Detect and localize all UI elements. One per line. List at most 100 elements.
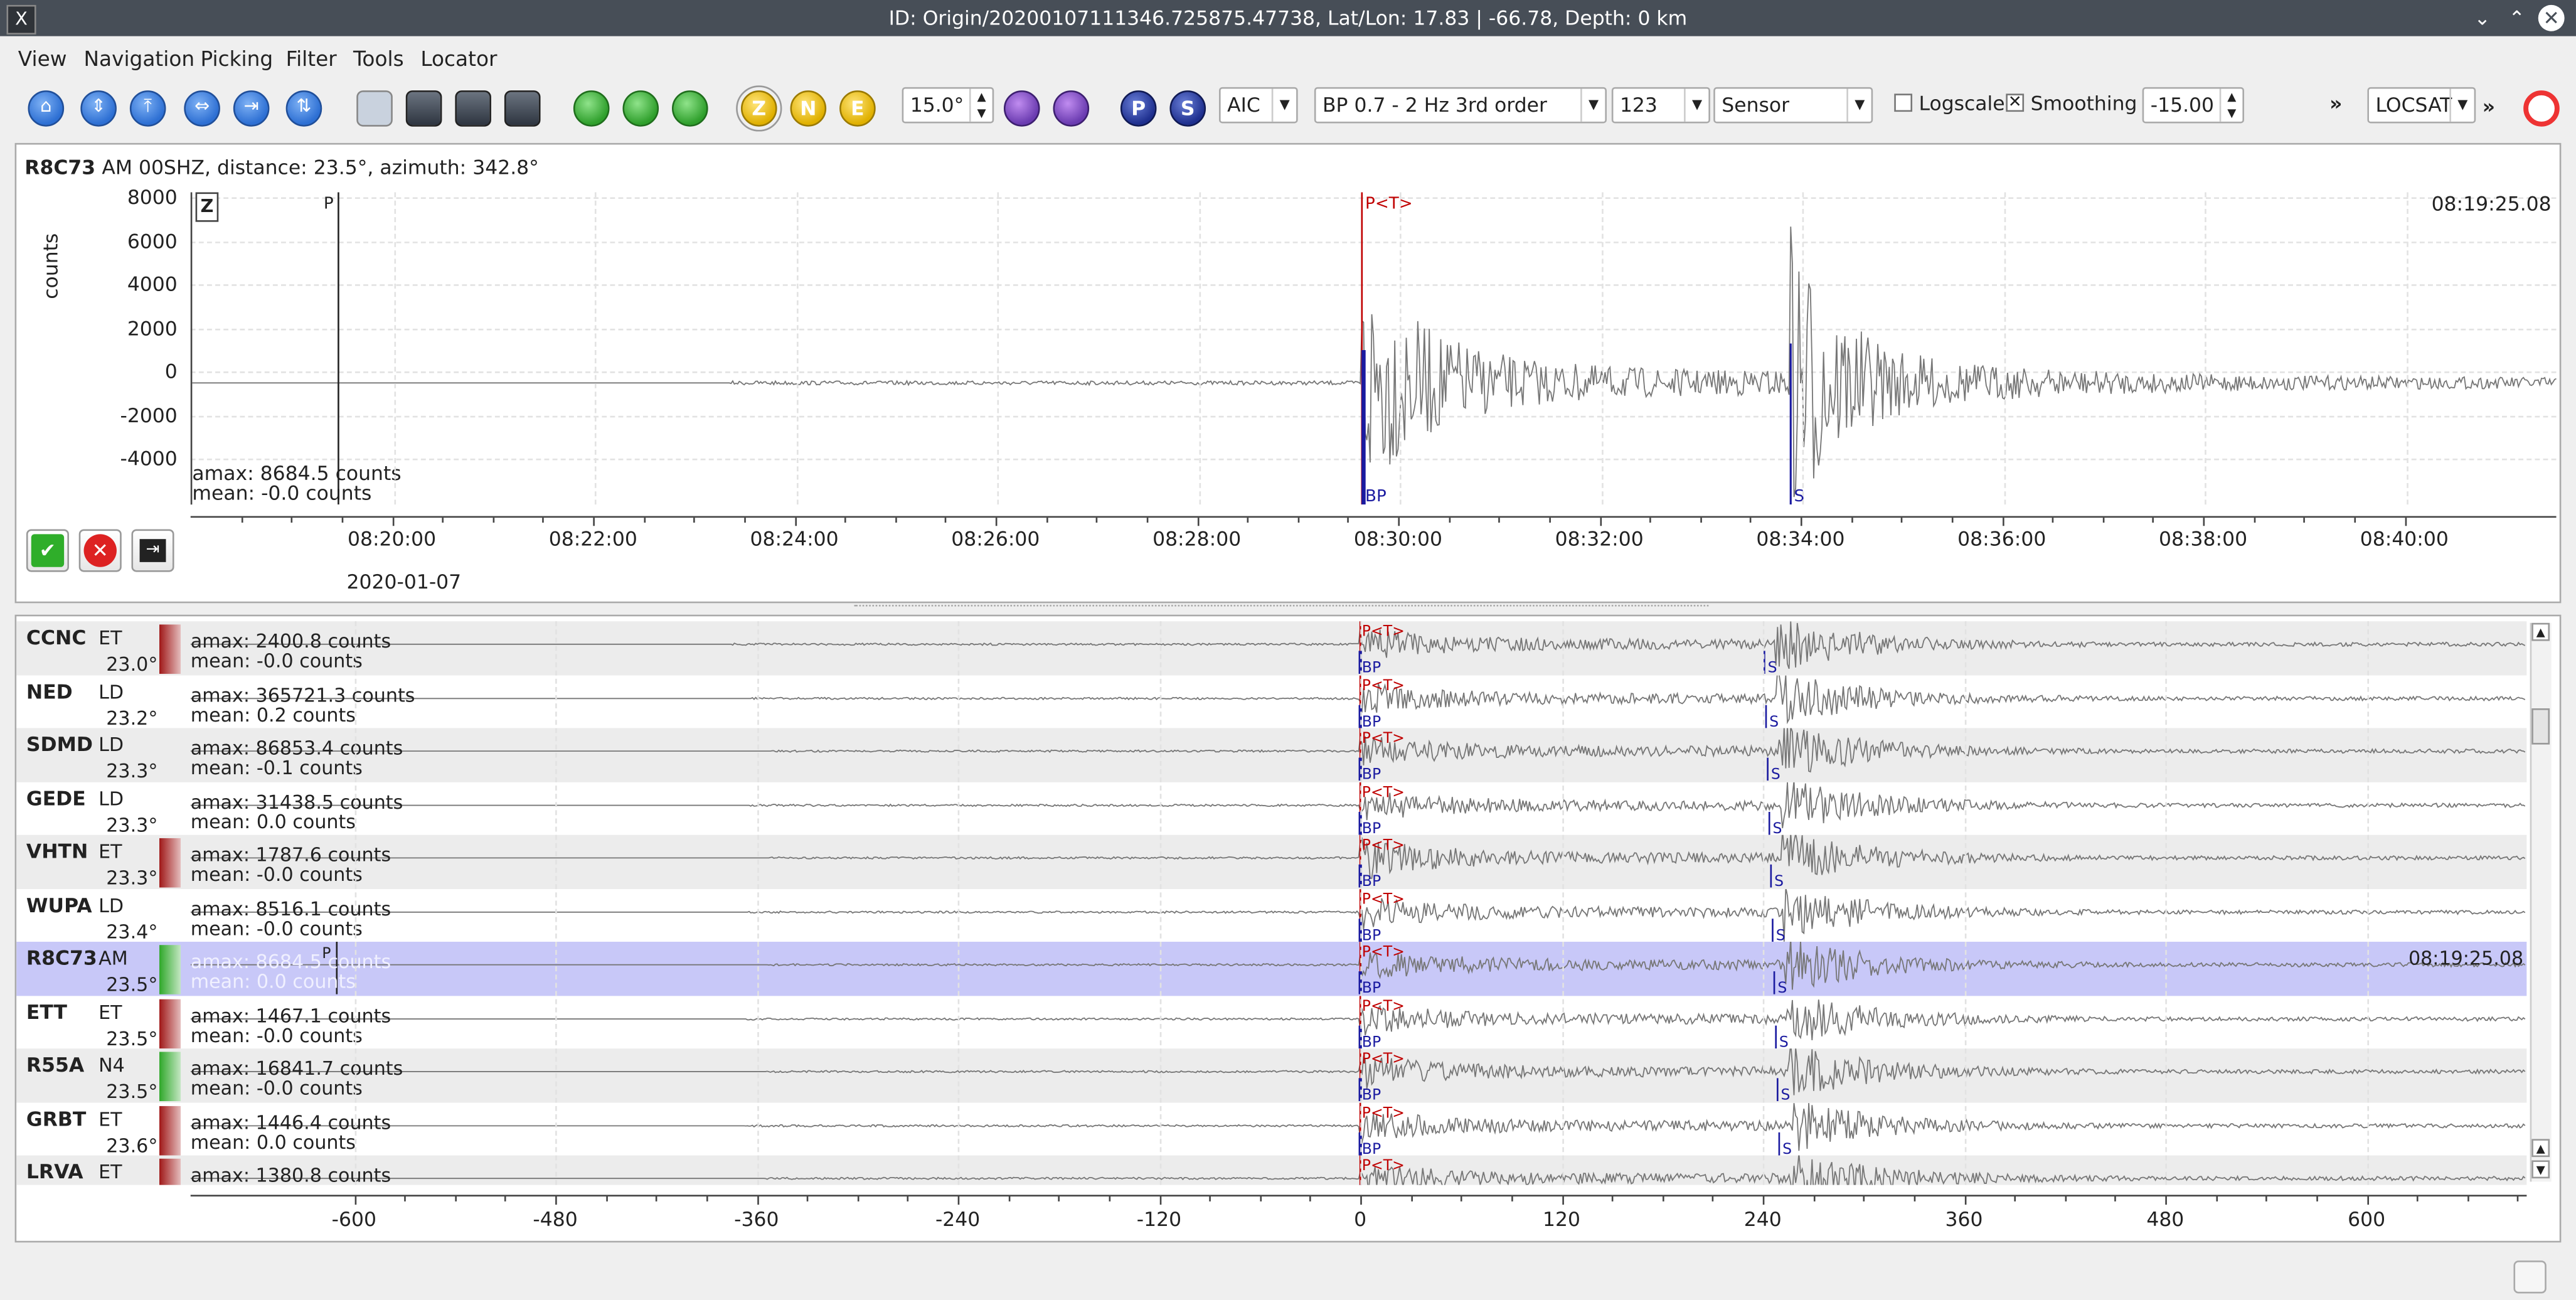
trace-distance: 23.2° — [106, 706, 158, 729]
zoom-out-horizontal-icon[interactable]: ⇥ — [233, 90, 270, 127]
scroll-down-icon[interactable]: ▼ — [2531, 1160, 2550, 1179]
trace-row[interactable]: ETT ET 23.5° P<T> BP Samax: 1467.1 counts mean… — [16, 995, 2527, 1050]
p-theoretical-label: P<T> — [1362, 782, 1405, 800]
refresh-icon[interactable] — [672, 90, 708, 127]
detail-plot-area[interactable]: Z 08:19:25.08 amax: 8684.5 counts mean: … — [190, 192, 2558, 505]
trace-row[interactable]: SDMD LD 23.3° P<T> BP Samax: 86853.4 counts me… — [16, 728, 2527, 782]
menu-filter[interactable]: Filter — [286, 46, 337, 70]
trace-mean: mean: -0.0 counts — [190, 1023, 363, 1047]
y-tick-label: 0 — [164, 360, 178, 383]
logscale-checkbox[interactable] — [1894, 93, 1913, 112]
grid-line — [1802, 192, 1804, 505]
menu-view[interactable]: View — [18, 46, 67, 70]
scroll-thumb[interactable] — [2531, 708, 2550, 745]
relocate-icon[interactable] — [573, 90, 610, 127]
x-minor-tick — [341, 518, 343, 523]
trace-row[interactable]: R8C73 AM 23.5° P<T> BP S Pamax: 8684.5 counts m… — [16, 941, 2527, 996]
angle-up-icon[interactable]: ▲ — [969, 88, 993, 105]
rotate-right-icon[interactable] — [1053, 90, 1090, 127]
unit-mode-select[interactable]: Sensor ▼ — [1713, 87, 1873, 124]
smoothing-input[interactable]: -15.00 ▲ ▼ — [2142, 87, 2245, 124]
filter-select[interactable]: BP 0.7 - 2 Hz 3rd order ▼ — [1314, 87, 1607, 124]
zoom-in-vertical-icon[interactable]: ⇕ — [80, 90, 117, 127]
x-tick — [2203, 518, 2205, 526]
splitter-handle[interactable] — [854, 604, 1709, 613]
scroll-up2-icon[interactable]: ▲ — [2531, 1139, 2550, 1158]
component-z-button[interactable]: Z — [736, 85, 782, 132]
spectrogram-icon[interactable] — [455, 90, 491, 127]
component-e-button[interactable]: E — [839, 90, 876, 127]
menu-navigation[interactable]: Navigation — [84, 46, 195, 70]
pick-p-button[interactable]: P — [1120, 90, 1157, 127]
reject-button[interactable]: ✕ — [78, 529, 122, 572]
scroll-icon[interactable]: ⇅ — [285, 90, 322, 127]
pick-mode-icon[interactable] — [356, 90, 393, 127]
x-minor-tick — [1812, 1196, 1815, 1201]
smoothing-checkbox[interactable]: ✕ — [2006, 93, 2025, 112]
grid-line — [594, 192, 597, 505]
trace-network: N4 — [98, 1053, 125, 1077]
trace-network: LD — [98, 786, 124, 810]
trace-row[interactable]: NED LD 23.2° P<T> BP Samax: 365721.3 counts me… — [16, 674, 2527, 729]
recompute-icon[interactable] — [622, 90, 659, 127]
x-tick-label: 08:40:00 — [2360, 527, 2449, 551]
trace-row[interactable]: WUPA LD 23.4° P<T> BP Samax: 8516.1 counts mea… — [16, 888, 2527, 942]
target-icon[interactable] — [2523, 90, 2560, 127]
trace-row[interactable]: R55A N4 23.5° P<T> BP Samax: 16841.7 counts me… — [16, 1048, 2527, 1103]
scroll-up-icon[interactable]: ▲ — [2531, 622, 2550, 641]
x-minor-tick — [1058, 1196, 1060, 1201]
menu-tools[interactable]: Tools — [353, 46, 404, 70]
x-tick-label: 08:38:00 — [2158, 527, 2248, 551]
x-tick — [1599, 518, 1601, 526]
align-icon[interactable] — [405, 90, 442, 127]
rotation-select[interactable]: 123 ▼ — [1611, 87, 1710, 124]
locator-select[interactable]: LOCSAT ▼ — [2367, 87, 2476, 124]
picker-method-select[interactable]: AIC ▼ — [1219, 87, 1298, 124]
rotate-left-icon[interactable] — [1003, 90, 1040, 127]
chevron-down-icon: ▼ — [1580, 88, 1605, 122]
trace-scrollbar[interactable]: ▲ ▲ ▼ — [2530, 622, 2552, 1182]
x-tick — [555, 1196, 557, 1205]
menu-locator[interactable]: Locator — [420, 46, 497, 70]
trace-row[interactable]: LRVA ET P<T> BP Samax: 1380.8 counts — [16, 1155, 2527, 1185]
smoothing-down-icon[interactable]: ▼ — [2219, 105, 2243, 122]
x-minor-tick — [1109, 1196, 1110, 1201]
overflow2-icon[interactable]: » — [2483, 95, 2495, 119]
status-icon[interactable] — [2513, 1260, 2547, 1294]
zoom-in-horizontal-icon[interactable]: ⇔ — [184, 90, 220, 127]
trace-row[interactable]: GRBT ET 23.6° P<T> BP Samax: 1446.4 counts mea… — [16, 1102, 2527, 1156]
close-icon[interactable]: ✕ — [2538, 4, 2565, 31]
x-minor-tick — [543, 518, 545, 523]
component-n-button[interactable]: N — [790, 90, 827, 127]
smoothing-up-icon[interactable]: ▲ — [2219, 88, 2243, 105]
trace-mean: mean: 0.0 counts — [190, 969, 356, 993]
smoothing-label: Smoothing — [2030, 92, 2137, 115]
angle-down-icon[interactable]: ▼ — [969, 105, 993, 122]
trace-distance: 23.3° — [106, 812, 158, 836]
trace-waveform: P<T> BP S — [190, 621, 2526, 674]
zoom-out-vertical-icon[interactable]: ⤒ — [129, 90, 166, 127]
maximize-icon[interactable]: ⌃ — [2504, 5, 2530, 31]
x-minor-tick — [743, 518, 746, 523]
accept-button[interactable]: ✔ — [26, 529, 69, 572]
x-tick-label: 240 — [1743, 1208, 1782, 1232]
p-theoretical-label: P<T> — [1362, 836, 1405, 853]
x-tick-label: 08:34:00 — [1756, 527, 1845, 551]
pick-s-button[interactable]: S — [1169, 90, 1206, 127]
toolbar: ⌂ ⇕ ⤒ ⇔ ⇥ ⇅ Z N E 15.0° ▲ ▼ P S AIC ▼ BP 0… — [0, 77, 2576, 136]
trace-timestamp: 08:19:25.08 — [2408, 946, 2524, 970]
x-tick-label: -480 — [533, 1208, 578, 1232]
trace-network: ET — [98, 1107, 122, 1130]
home-icon[interactable]: ⌂ — [28, 90, 65, 127]
trace-distance: 23.3° — [106, 759, 158, 782]
sort-icon[interactable] — [504, 90, 541, 127]
trace-row[interactable]: VHTN ET 23.3° P<T> BP Samax: 1787.6 counts mea… — [16, 834, 2527, 889]
trace-row[interactable]: GEDE LD 23.3° P<T> BP Samax: 31438.5 counts me… — [16, 781, 2527, 836]
menu-picking[interactable]: Picking — [200, 46, 273, 70]
angle-input[interactable]: 15.0° ▲ ▼ — [902, 87, 994, 124]
trace-network: ET — [98, 999, 122, 1023]
overflow-icon[interactable]: » — [2329, 92, 2342, 115]
trace-row[interactable]: CCNC ET 23.0° P<T> BP Samax: 2400.8 counts mea… — [16, 621, 2527, 676]
export-button[interactable]: ⇥ — [131, 529, 174, 572]
minimize-icon[interactable]: ⌄ — [2469, 5, 2496, 31]
